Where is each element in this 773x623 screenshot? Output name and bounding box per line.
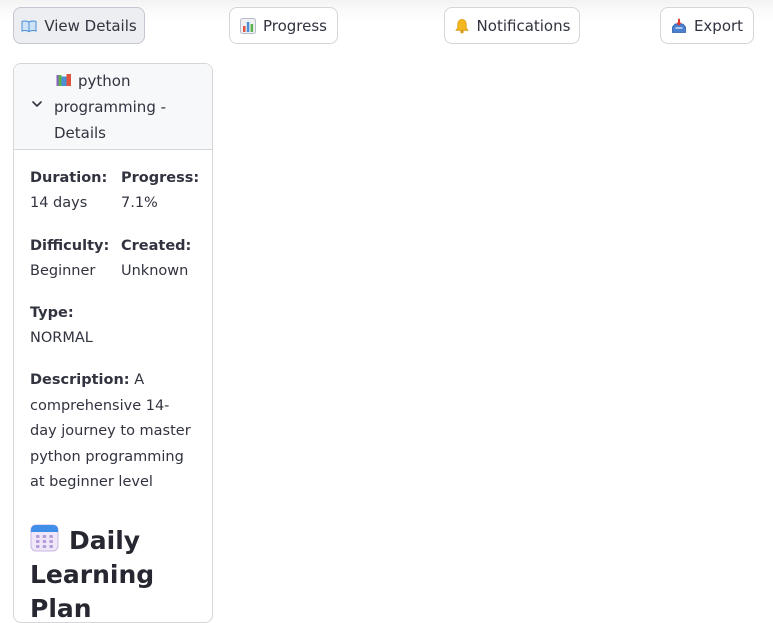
view-details-button[interactable]: View Details [13, 7, 145, 44]
difficulty-label: Difficulty: [30, 238, 110, 254]
details-expander-header[interactable]: python programming - Details [14, 64, 212, 150]
details-expander-title: python programming - Details [54, 68, 194, 146]
progress-button[interactable]: Progress [229, 7, 338, 44]
type-field: Type: NORMAL [30, 301, 93, 351]
daily-learning-plan-heading: Daily Learning Plan [30, 523, 200, 622]
duration-value: 14 days [30, 195, 88, 211]
description-field: Description: A comprehensive 14-day jour… [30, 368, 195, 496]
progress-label: Progress [262, 16, 327, 35]
type-label: Type: [30, 305, 74, 321]
details-expander: python programming - Details Duration: 1… [13, 63, 213, 623]
created-label: Created: [121, 238, 192, 254]
chevron-down-icon [32, 101, 42, 107]
type-value: NORMAL [30, 330, 93, 346]
bell-icon [454, 18, 470, 34]
notifications-label: Notifications [476, 16, 571, 35]
bar-chart-icon [239, 17, 256, 34]
created-value: Unknown [121, 263, 189, 279]
progress-field: Progress: 7.1% [121, 166, 199, 216]
duration-field: Duration: 14 days [30, 166, 107, 216]
export-button[interactable]: Export [660, 7, 754, 44]
progress-value: 7.1% [121, 195, 158, 211]
created-field: Created: Unknown [121, 234, 191, 284]
description-value: A comprehensive 14-day journey to master… [30, 372, 191, 490]
open-book-icon [21, 18, 37, 34]
calendar-icon [30, 524, 59, 552]
inbox-tray-icon [671, 18, 687, 34]
description-label: Description: [30, 372, 130, 388]
duration-label: Duration: [30, 170, 108, 186]
difficulty-field: Difficulty: Beginner [30, 234, 109, 284]
notifications-button[interactable]: Notifications [444, 7, 580, 44]
view-details-label: View Details [44, 16, 137, 35]
books-icon [56, 74, 71, 86]
difficulty-value: Beginner [30, 263, 96, 279]
progress-label-text: Progress: [121, 170, 200, 186]
export-label: Export [693, 16, 744, 35]
